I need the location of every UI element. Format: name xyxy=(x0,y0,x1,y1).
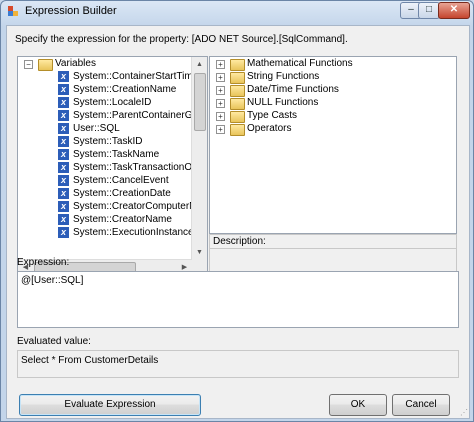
folder-icon xyxy=(230,124,245,136)
variable-icon: x xyxy=(58,201,69,212)
variable-item[interactable]: System::ParentContainerGUID xyxy=(73,109,207,122)
cancel-button[interactable]: Cancel xyxy=(392,394,450,416)
scroll-thumb[interactable] xyxy=(194,73,206,131)
function-category[interactable]: String Functions xyxy=(247,70,319,83)
expression-builder-window: Expression Builder – □ ✕ Specify the exp… xyxy=(0,0,474,422)
scroll-down-icon[interactable]: ▼ xyxy=(192,245,207,260)
variable-icon: x xyxy=(58,162,69,173)
functions-tree[interactable]: + Mathematical Functions + String Functi… xyxy=(209,56,457,234)
variable-icon: x xyxy=(58,175,69,186)
evaluated-value-label: Evaluated value: xyxy=(17,336,91,347)
collapse-icon[interactable]: − xyxy=(24,60,33,69)
folder-icon xyxy=(230,111,245,123)
variable-icon: x xyxy=(58,149,69,160)
close-button[interactable]: ✕ xyxy=(438,2,470,19)
ok-button[interactable]: OK xyxy=(329,394,387,416)
scroll-up-icon[interactable]: ▲ xyxy=(192,57,207,72)
variables-tree[interactable]: − Variables x System::ContainerStartTime… xyxy=(17,56,208,276)
expression-label: Expression: xyxy=(17,257,70,268)
folder-icon xyxy=(230,72,245,84)
variable-item[interactable]: System::CancelEvent xyxy=(73,174,169,187)
description-panel: Description: xyxy=(209,234,457,276)
variable-icon: x xyxy=(58,214,69,225)
variable-item[interactable]: System::ContainerStartTime xyxy=(73,70,198,83)
variable-item[interactable]: System::TaskTransactionOptio xyxy=(73,161,207,174)
variable-icon: x xyxy=(58,110,69,121)
variable-icon: x xyxy=(58,123,69,134)
folder-icon xyxy=(38,59,53,71)
variable-item[interactable]: System::TaskName xyxy=(73,148,159,161)
variable-icon: x xyxy=(58,71,69,82)
function-category[interactable]: Date/Time Functions xyxy=(247,83,339,96)
app-icon xyxy=(8,6,18,16)
dialog-body: Specify the expression for the property:… xyxy=(6,25,470,419)
function-category[interactable]: Operators xyxy=(247,122,291,135)
variable-icon: x xyxy=(58,84,69,95)
variable-item[interactable]: System::CreationName xyxy=(73,83,176,96)
window-title: Expression Builder xyxy=(25,5,117,17)
expand-icon[interactable]: + xyxy=(216,86,225,95)
folder-icon xyxy=(230,85,245,97)
function-category[interactable]: Type Casts xyxy=(247,109,297,122)
variable-item[interactable]: System::TaskID xyxy=(73,135,142,148)
evaluated-value-box: Select * From CustomerDetails xyxy=(17,350,459,378)
variable-item[interactable]: User::SQL xyxy=(73,122,120,135)
variable-item[interactable]: System::CreatorName xyxy=(73,213,172,226)
title-bar[interactable]: Expression Builder – □ ✕ xyxy=(1,1,473,21)
folder-icon xyxy=(230,59,245,71)
expression-text: @[User::SQL] xyxy=(21,275,84,286)
maximize-button[interactable]: □ xyxy=(418,2,440,19)
expand-icon[interactable]: + xyxy=(216,99,225,108)
variable-icon: x xyxy=(58,97,69,108)
evaluate-expression-button[interactable]: Evaluate Expression xyxy=(19,394,201,416)
vertical-scrollbar[interactable]: ▲ ▼ xyxy=(191,57,207,260)
function-category[interactable]: Mathematical Functions xyxy=(247,57,353,70)
function-category[interactable]: NULL Functions xyxy=(247,96,318,109)
resize-grip-icon[interactable]: ⋰ xyxy=(460,408,468,417)
description-label: Description: xyxy=(210,235,456,249)
expression-input[interactable]: @[User::SQL] xyxy=(17,271,459,328)
tree-root-variables[interactable]: Variables xyxy=(55,57,96,70)
expand-icon[interactable]: + xyxy=(216,112,225,121)
expand-icon[interactable]: + xyxy=(216,73,225,82)
variable-icon: x xyxy=(58,136,69,147)
variable-icon: x xyxy=(58,188,69,199)
folder-icon xyxy=(230,98,245,110)
property-prompt: Specify the expression for the property:… xyxy=(15,34,348,45)
variable-icon: x xyxy=(58,227,69,238)
expand-icon[interactable]: + xyxy=(216,125,225,134)
variable-item[interactable]: System::CreatorComputerName xyxy=(73,200,207,213)
expand-icon[interactable]: + xyxy=(216,60,225,69)
variable-item[interactable]: System::LocaleID xyxy=(73,96,151,109)
variable-item[interactable]: System::CreationDate xyxy=(73,187,171,200)
evaluated-value-text: Select * From CustomerDetails xyxy=(21,355,159,366)
variable-item[interactable]: System::ExecutionInstanceGUI xyxy=(73,226,207,239)
